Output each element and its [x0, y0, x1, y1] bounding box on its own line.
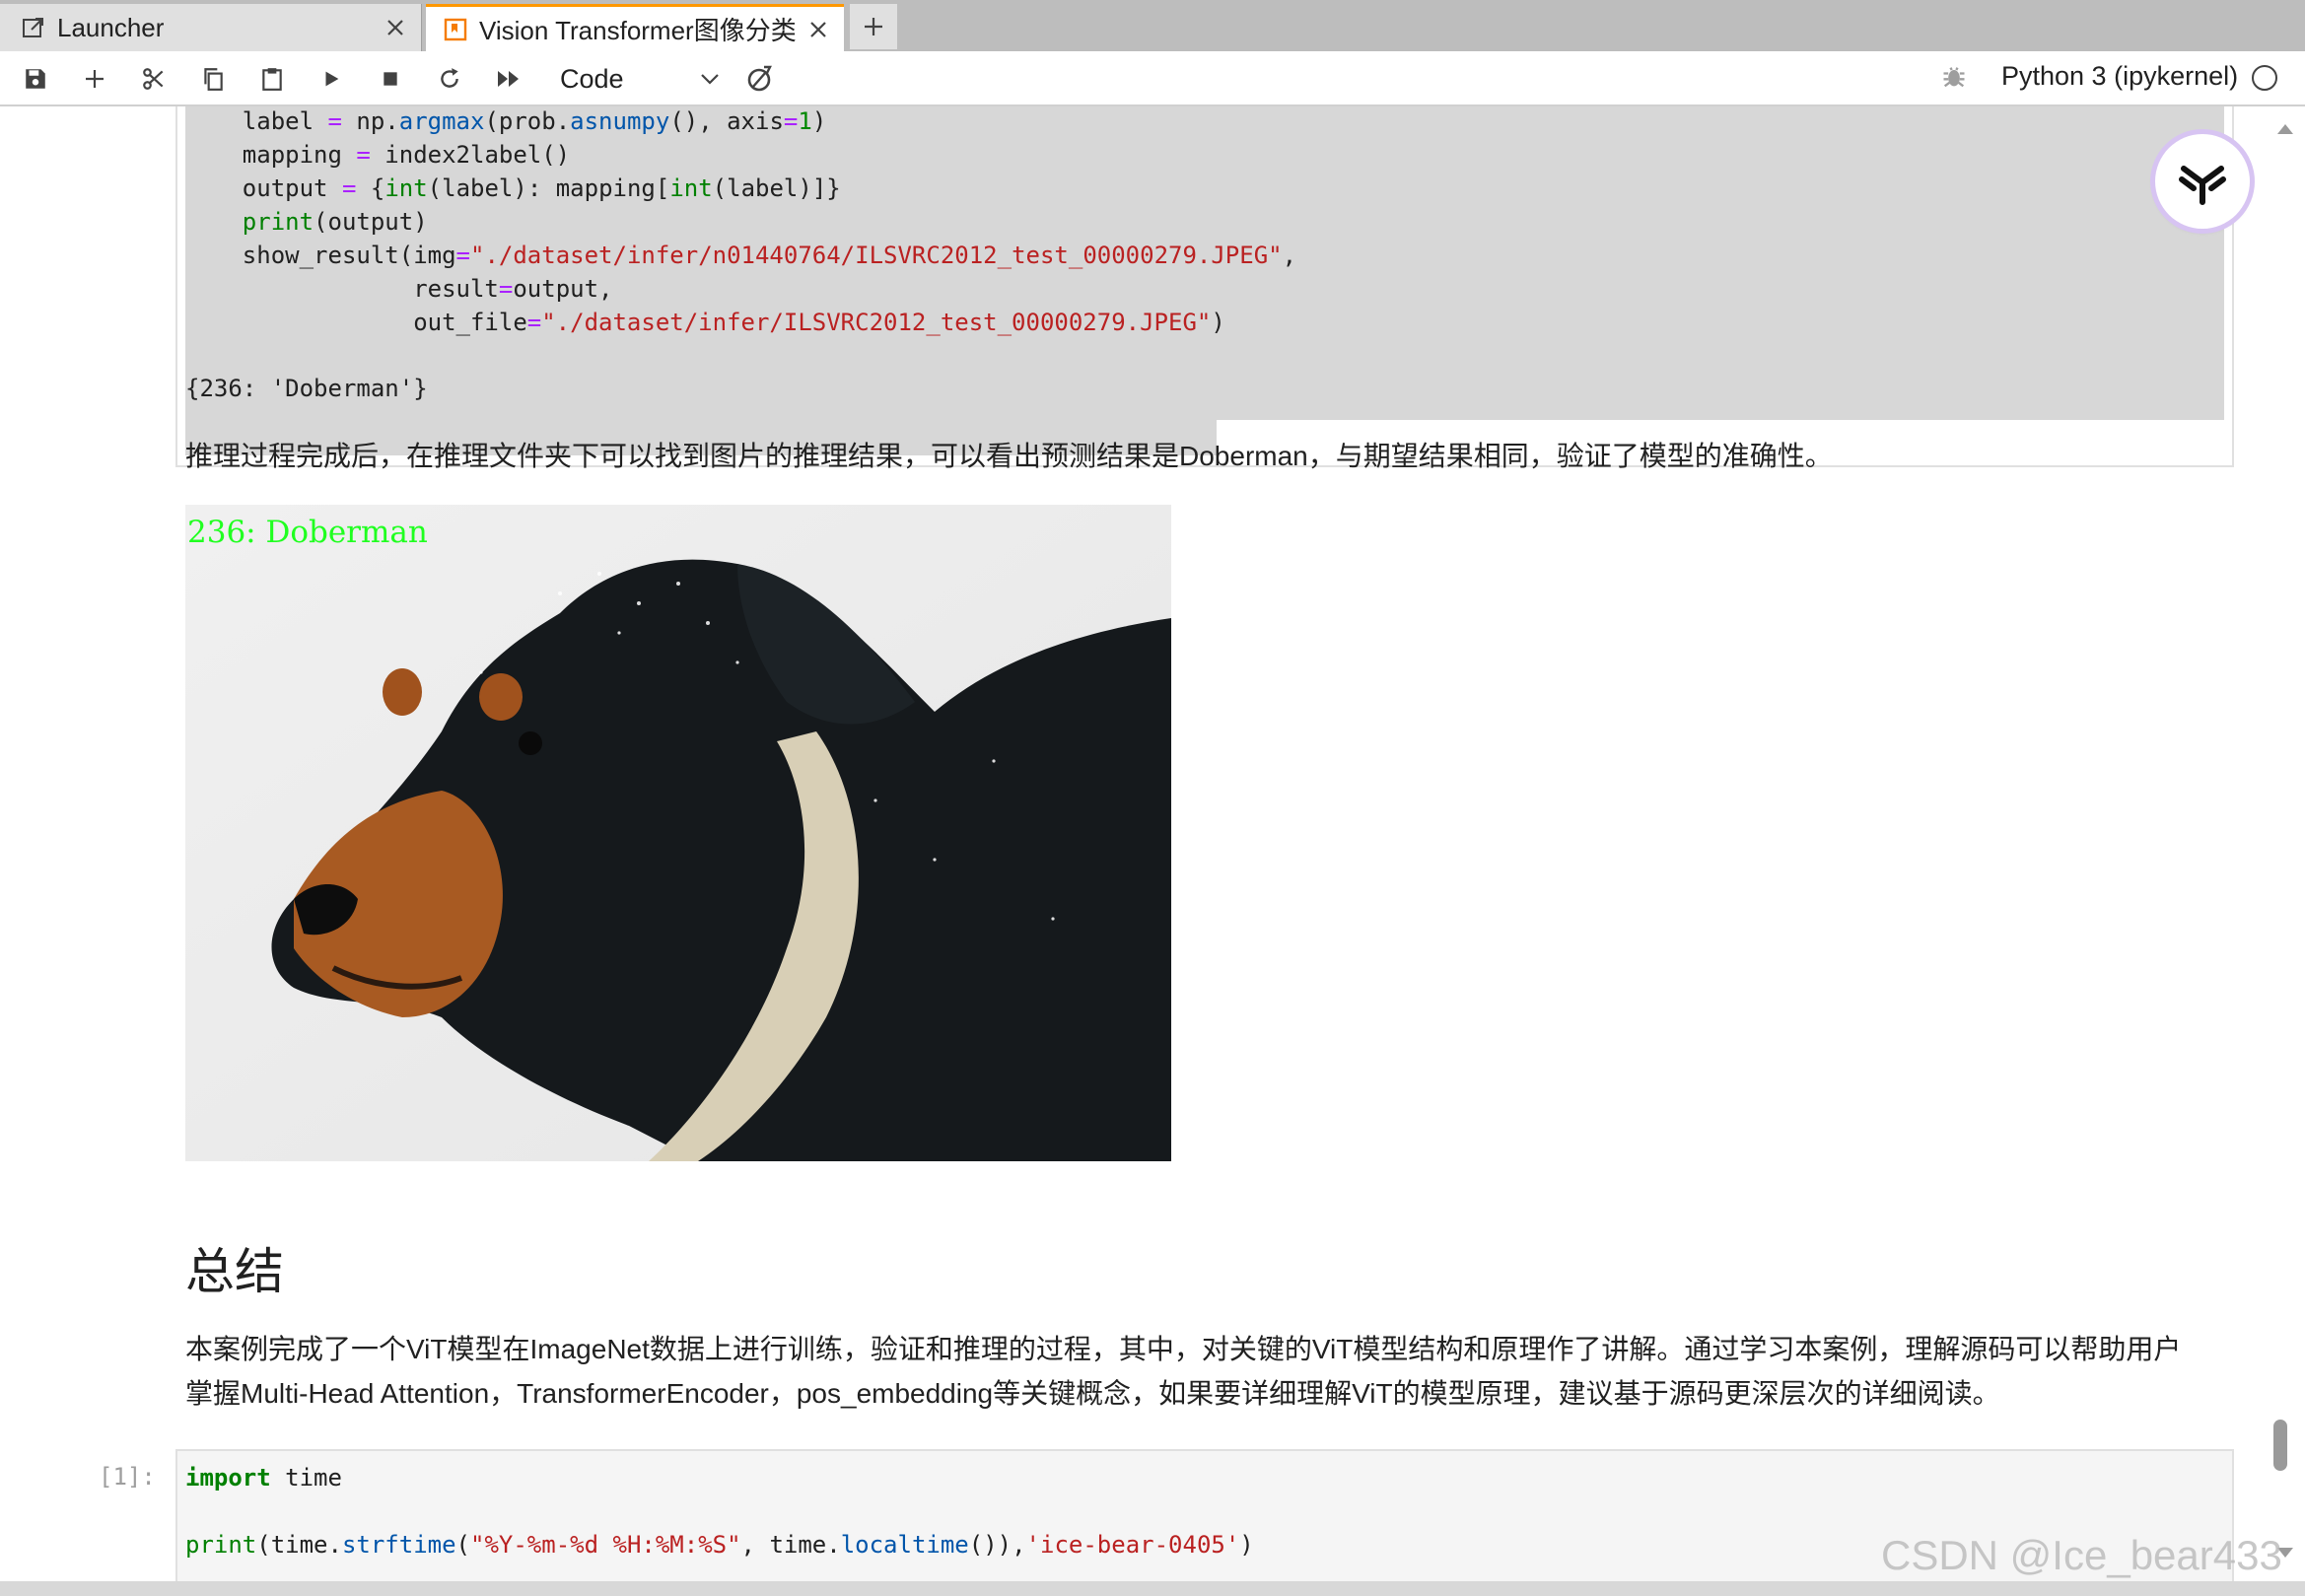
- prediction-label: 236: Doberman: [187, 515, 428, 550]
- restart-button[interactable]: [428, 59, 471, 99]
- vertical-scrollbar[interactable]: [2268, 106, 2305, 1581]
- cell-type-value: Code: [560, 63, 624, 94]
- plus-icon: [86, 70, 104, 88]
- summary-paragraph-line2: 掌握Multi-Head Attention，TransformerEncode…: [185, 1378, 2000, 1409]
- insert-cell-button[interactable]: [73, 59, 116, 99]
- kernel-status-indicator: [2252, 65, 2277, 91]
- tab-bar: Launcher Vision Transformer图像分类.i: [0, 0, 2305, 51]
- summary-paragraph-line1: 本案例完成了一个ViT模型在ImageNet数据上进行训练，验证和推理的过程，其…: [185, 1334, 2182, 1364]
- result-paragraph: 推理过程完成后，在推理文件夹下可以找到图片的推理结果，可以看出预测结果是Dobe…: [185, 441, 1833, 471]
- external-link-icon: [20, 14, 47, 41]
- cut-button[interactable]: [132, 59, 175, 99]
- scrollbar-thumb[interactable]: [2273, 1420, 2287, 1471]
- code-editor[interactable]: import time print(time.strftime("%Y-%m-%…: [185, 1461, 1254, 1561]
- scissors-icon: [143, 68, 164, 90]
- cell-output: {236: 'Doberman'}: [185, 375, 428, 402]
- tab-launcher[interactable]: Launcher: [0, 4, 422, 51]
- bug-icon[interactable]: [1940, 63, 1968, 95]
- save-button[interactable]: [14, 59, 57, 99]
- cell-type-select[interactable]: Code: [552, 59, 720, 99]
- save-icon: [26, 69, 45, 89]
- summary-heading: 总结: [185, 1244, 284, 1299]
- run-button[interactable]: [310, 59, 353, 99]
- loop-icon: [747, 65, 772, 92]
- clipboard-icon: [262, 68, 282, 91]
- code-cell-inference[interactable]: label = np.argmax(prob.asnumpy(), axis=1…: [175, 106, 2234, 467]
- copy-button[interactable]: [191, 59, 235, 99]
- code-editor[interactable]: label = np.argmax(prob.asnumpy(), axis=1…: [185, 106, 1296, 339]
- play-icon: [325, 71, 339, 87]
- assistant-logo-icon: [2179, 166, 2226, 205]
- notebook-icon: [442, 16, 469, 43]
- scroll-up-icon[interactable]: [2275, 122, 2295, 136]
- notebook-panel[interactable]: label = np.argmax(prob.asnumpy(), axis=1…: [0, 106, 2305, 1581]
- assistant-button[interactable]: [2155, 134, 2250, 229]
- tab-launcher-label: Launcher: [57, 12, 165, 42]
- notebook-toolbar: Code Python 3 (ipykernel): [0, 51, 2305, 106]
- new-tab-button[interactable]: [850, 4, 897, 49]
- chevron-down-icon: [701, 74, 719, 85]
- run-all-button[interactable]: [487, 59, 530, 99]
- status-bar: [0, 1581, 2305, 1596]
- tab-notebook[interactable]: Vision Transformer图像分类.i: [426, 4, 844, 51]
- interrupt-button[interactable]: [369, 59, 412, 99]
- plus-icon: [865, 18, 882, 35]
- tab-notebook-label: Vision Transformer图像分类.i: [479, 16, 799, 45]
- copy-icon: [204, 68, 223, 91]
- execution-count: [1]:: [99, 1463, 156, 1491]
- dog-illustration: [185, 505, 1171, 1161]
- fast-forward-icon: [498, 71, 519, 87]
- close-icon[interactable]: [799, 10, 838, 49]
- kernel-name[interactable]: Python 3 (ipykernel): [2001, 61, 2238, 92]
- watermark: CSDN @Ice_bear433: [1881, 1532, 2282, 1578]
- refresh-icon: [441, 68, 458, 88]
- paste-button[interactable]: [250, 59, 294, 99]
- collaboration-button[interactable]: [737, 59, 781, 99]
- close-icon[interactable]: [376, 8, 415, 47]
- doberman-image: 236: Doberman: [185, 505, 1171, 1161]
- stop-icon: [384, 72, 397, 86]
